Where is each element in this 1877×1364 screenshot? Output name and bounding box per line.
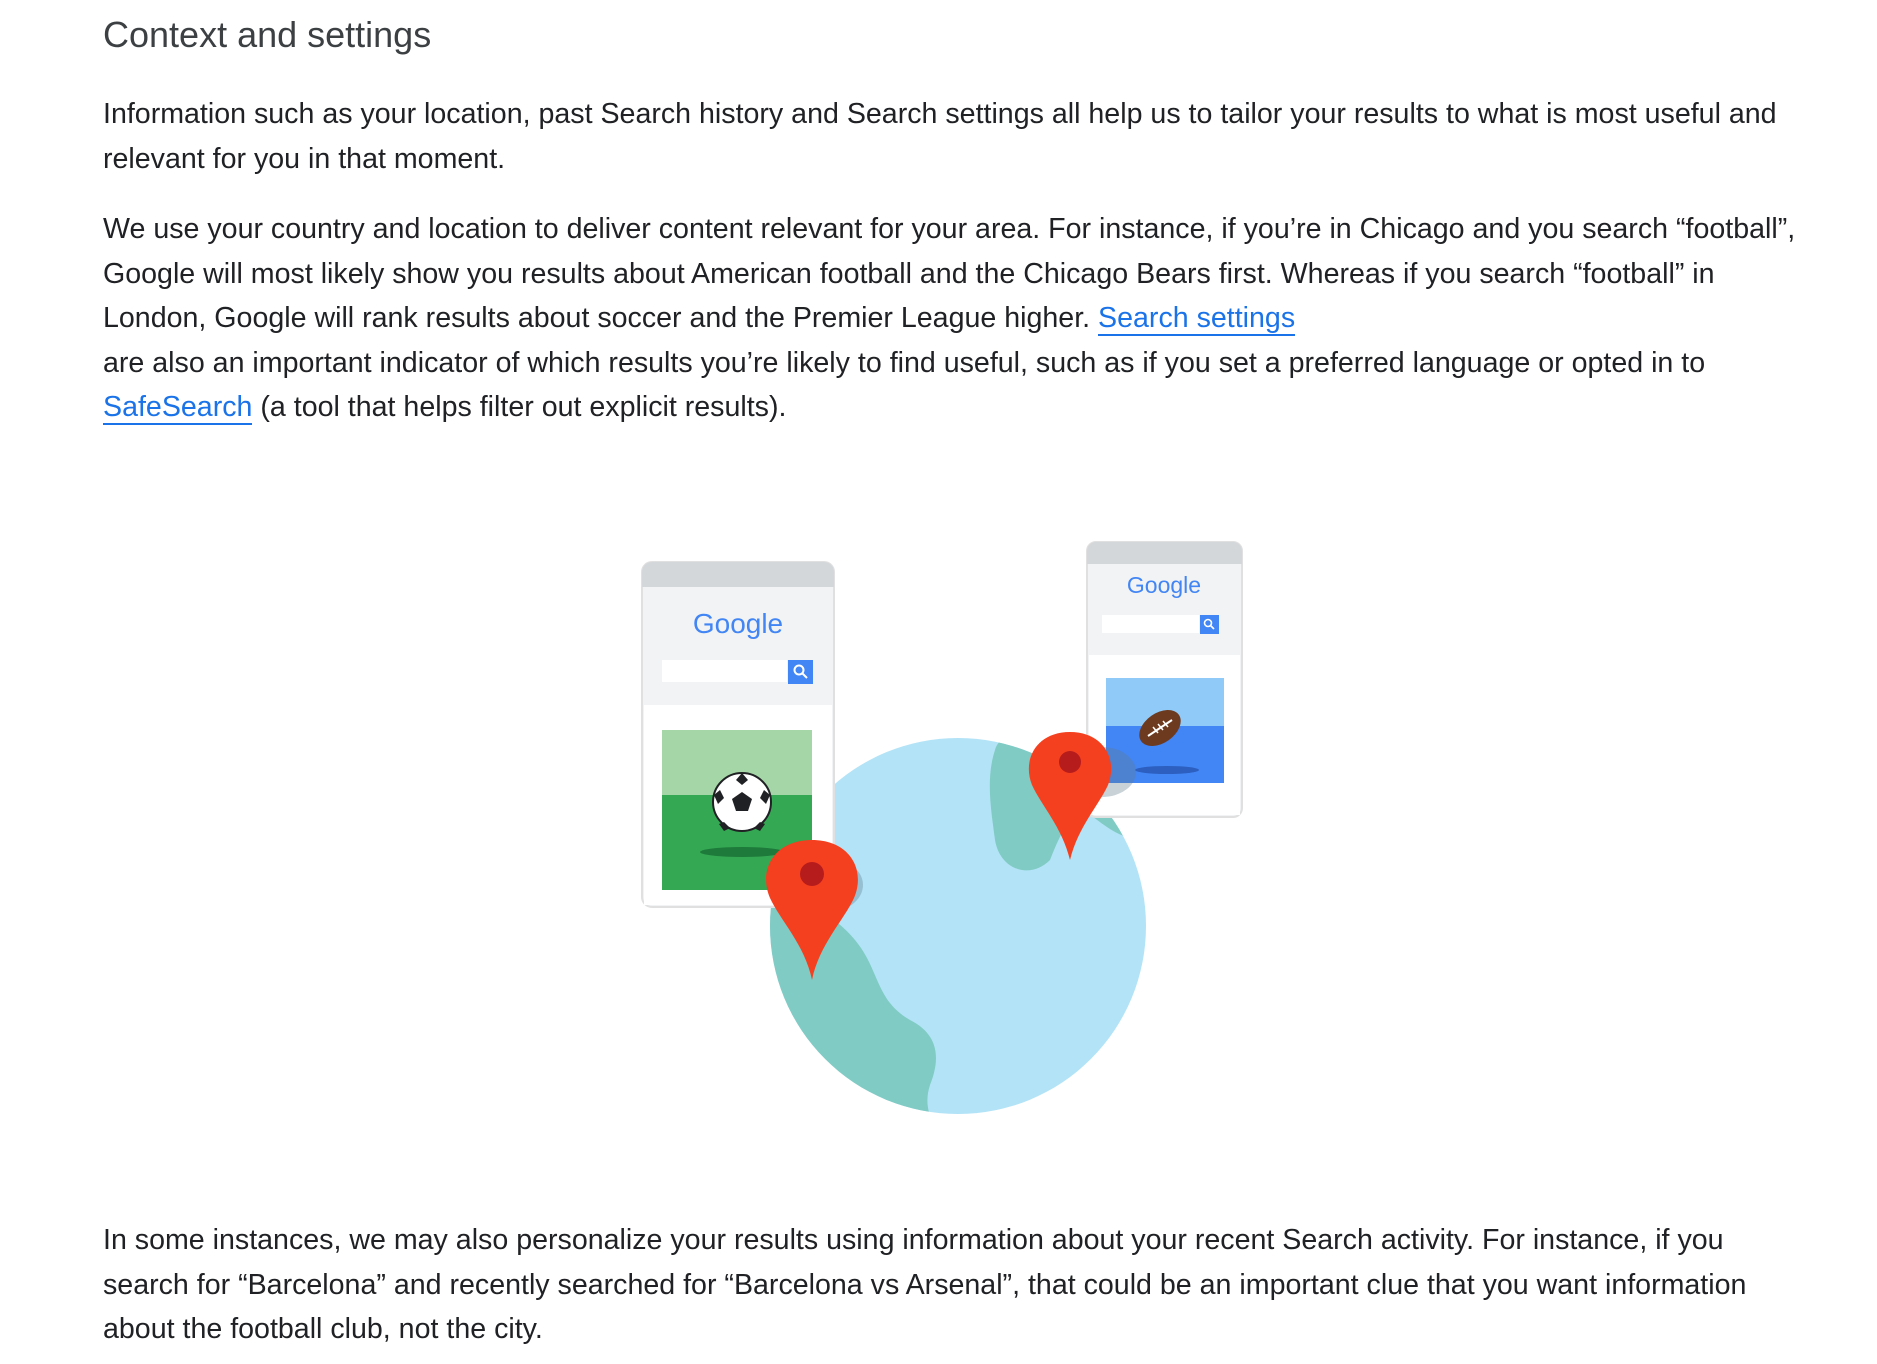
paragraph-location: We use your country and location to deli…	[103, 207, 1803, 430]
safesearch-link[interactable]: SafeSearch	[103, 391, 253, 425]
search-icon	[1200, 615, 1219, 634]
paragraph-location-text-3: (a tool that helps filter out explicit r…	[260, 391, 787, 423]
paragraph-personalization: In some instances, we may also personali…	[103, 1224, 1747, 1345]
search-icon	[788, 660, 813, 684]
soccer-ball-icon	[712, 772, 772, 832]
section-heading: Context and settings	[103, 14, 432, 55]
paragraph-location-text-2: are also an important indicator of which…	[103, 346, 1706, 379]
google-logo-left: Google	[693, 608, 783, 639]
location-illustration: Google Google	[641, 541, 1243, 1114]
google-logo-right: Google	[1127, 572, 1201, 598]
paragraph-context: Information such as your location, past …	[103, 98, 1777, 175]
paragraph-location-text-1: We use your country and location to deli…	[103, 213, 1796, 334]
search-settings-link[interactable]: Search settings	[1098, 302, 1296, 336]
